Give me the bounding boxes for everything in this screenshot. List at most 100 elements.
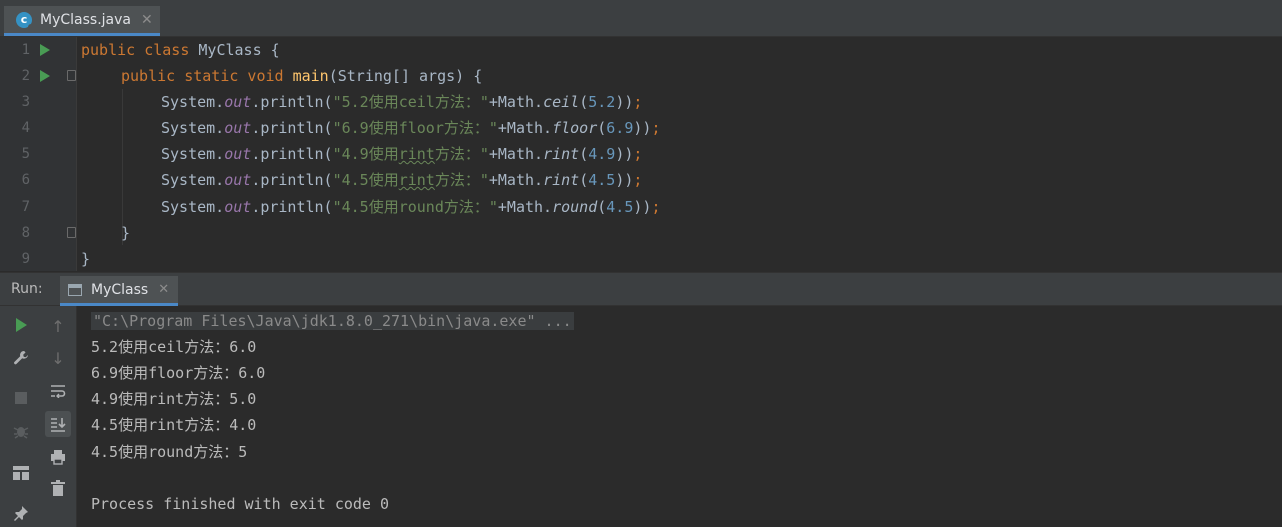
soft-wrap-icon[interactable] (45, 378, 71, 404)
code-number: 4.5 (588, 171, 616, 189)
static-method: round (552, 198, 598, 216)
code-token: +Math. (497, 119, 553, 137)
static-method: rint (543, 145, 580, 163)
editor-tab-myclass[interactable]: c MyClass.java ✕ (4, 6, 160, 36)
closing-brace: } (81, 250, 91, 268)
wrench-icon[interactable] (8, 345, 34, 371)
line-number: 5 (21, 146, 30, 162)
static-method: ceil (543, 93, 580, 111)
code-semicolon: ; (651, 198, 661, 216)
run-gutter-icon[interactable] (40, 70, 50, 82)
run-tab-label: MyClass (91, 281, 149, 298)
code-token: )) (615, 93, 634, 111)
editor-tab-label: MyClass.java (40, 11, 131, 28)
code-keyword: public class (81, 41, 199, 59)
code-line: 4 System.out.println("6.9使用floor方法："+Mat… (0, 115, 1282, 141)
code-keyword: public static void (121, 67, 293, 85)
code-string: "4.5使用 (332, 171, 399, 189)
code-token: )) (633, 198, 652, 216)
code-semicolon: ; (651, 119, 661, 137)
scroll-to-end-icon[interactable] (45, 411, 71, 437)
code-string: 方法：" (434, 145, 489, 163)
code-token: )) (615, 171, 634, 189)
code-number: 5.2 (588, 93, 616, 111)
line-number: 4 (21, 120, 30, 136)
code-token: System. (161, 145, 225, 163)
code-token: ( (597, 119, 607, 137)
close-icon[interactable]: ✕ (141, 12, 153, 28)
code-brace: { (261, 41, 280, 59)
run-toolbar (0, 306, 40, 527)
code-number: 4.9 (588, 145, 616, 163)
code-token: ( (579, 145, 589, 163)
code-line: 9 } (0, 246, 1282, 272)
line-number: 7 (21, 199, 30, 215)
code-token: .println( (251, 198, 333, 216)
code-field: out (224, 171, 252, 189)
code-field: out (224, 119, 252, 137)
arrow-up-icon[interactable]: ↑ (45, 313, 71, 339)
method-name: main (292, 67, 329, 85)
code-line: 5 System.out.println("4.9使用rint方法："+Math… (0, 141, 1282, 167)
line-number: 6 (21, 172, 30, 188)
typo-highlight: rint (398, 171, 435, 189)
console-line: 6.9使用floor方法：6.0 (91, 364, 266, 382)
stop-icon[interactable] (8, 385, 34, 411)
static-method: floor (552, 119, 598, 137)
console-line: 5.2使用ceil方法：6.0 (91, 338, 257, 356)
debug-icon[interactable] (8, 418, 34, 444)
layout-icon[interactable] (8, 460, 34, 486)
code-line: 1 public class MyClass { (0, 37, 1282, 63)
fold-icon[interactable] (67, 70, 76, 81)
code-token: +Math. (488, 145, 544, 163)
code-token: .println( (251, 119, 333, 137)
code-token: .println( (251, 93, 333, 111)
code-field: out (224, 145, 252, 163)
close-icon[interactable]: ✕ (158, 282, 169, 297)
code-semicolon: ; (633, 171, 643, 189)
java-class-icon: c (16, 11, 34, 30)
editor-tab-bar: c MyClass.java ✕ (0, 0, 1282, 37)
line-number: 8 (21, 225, 30, 241)
pin-icon[interactable] (8, 500, 34, 526)
run-panel-header: Run: MyClass ✕ (0, 272, 1282, 306)
code-field: out (224, 198, 252, 216)
run-gutter-icon[interactable] (40, 44, 50, 56)
code-string: "6.9使用floor方法：" (332, 119, 498, 137)
arrow-down-icon[interactable]: ↓ (45, 345, 71, 371)
print-icon[interactable] (45, 444, 71, 470)
code-field: out (224, 93, 252, 111)
line-number: 9 (21, 251, 30, 267)
code-line: 3 System.out.println("5.2使用ceil方法："+Math… (0, 89, 1282, 115)
code-string: "4.5使用round方法：" (332, 198, 498, 216)
trash-icon[interactable] (45, 475, 71, 501)
code-string: 方法：" (434, 171, 489, 189)
code-token: System. (161, 93, 225, 111)
console-line: 4.5使用rint方法：4.0 (91, 416, 257, 434)
code-token: .println( (251, 171, 333, 189)
class-name: MyClass (198, 41, 262, 59)
line-number: 3 (21, 94, 30, 110)
code-token: .println( (251, 145, 333, 163)
console-toolbar: ↑ ↓ (40, 306, 77, 527)
code-token: +Math. (488, 171, 544, 189)
console-line: 4.5使用round方法：5 (91, 443, 248, 461)
code-editor[interactable]: 1 public class MyClass { 2 public static… (0, 37, 1282, 271)
code-token: ( (579, 171, 589, 189)
code-token: System. (161, 198, 225, 216)
play-icon[interactable] (8, 312, 34, 338)
code-string: "5.2使用ceil方法：" (332, 93, 489, 111)
console-output[interactable]: "C:\Program Files\Java\jdk1.8.0_271\bin\… (77, 306, 1282, 527)
code-token: ( (579, 93, 589, 111)
console-icon (68, 283, 82, 296)
code-line: 8 } (0, 220, 1282, 246)
line-number: 2 (21, 68, 30, 84)
code-token: ( (597, 198, 607, 216)
typo-highlight: rint (398, 145, 435, 163)
code-token: )) (633, 119, 652, 137)
code-token: +Math. (488, 93, 544, 111)
fold-icon[interactable] (67, 227, 76, 238)
closing-brace: } (121, 224, 131, 242)
java-command[interactable]: "C:\Program Files\Java\jdk1.8.0_271\bin\… (91, 312, 574, 330)
run-tab-myclass[interactable]: MyClass ✕ (60, 276, 178, 306)
